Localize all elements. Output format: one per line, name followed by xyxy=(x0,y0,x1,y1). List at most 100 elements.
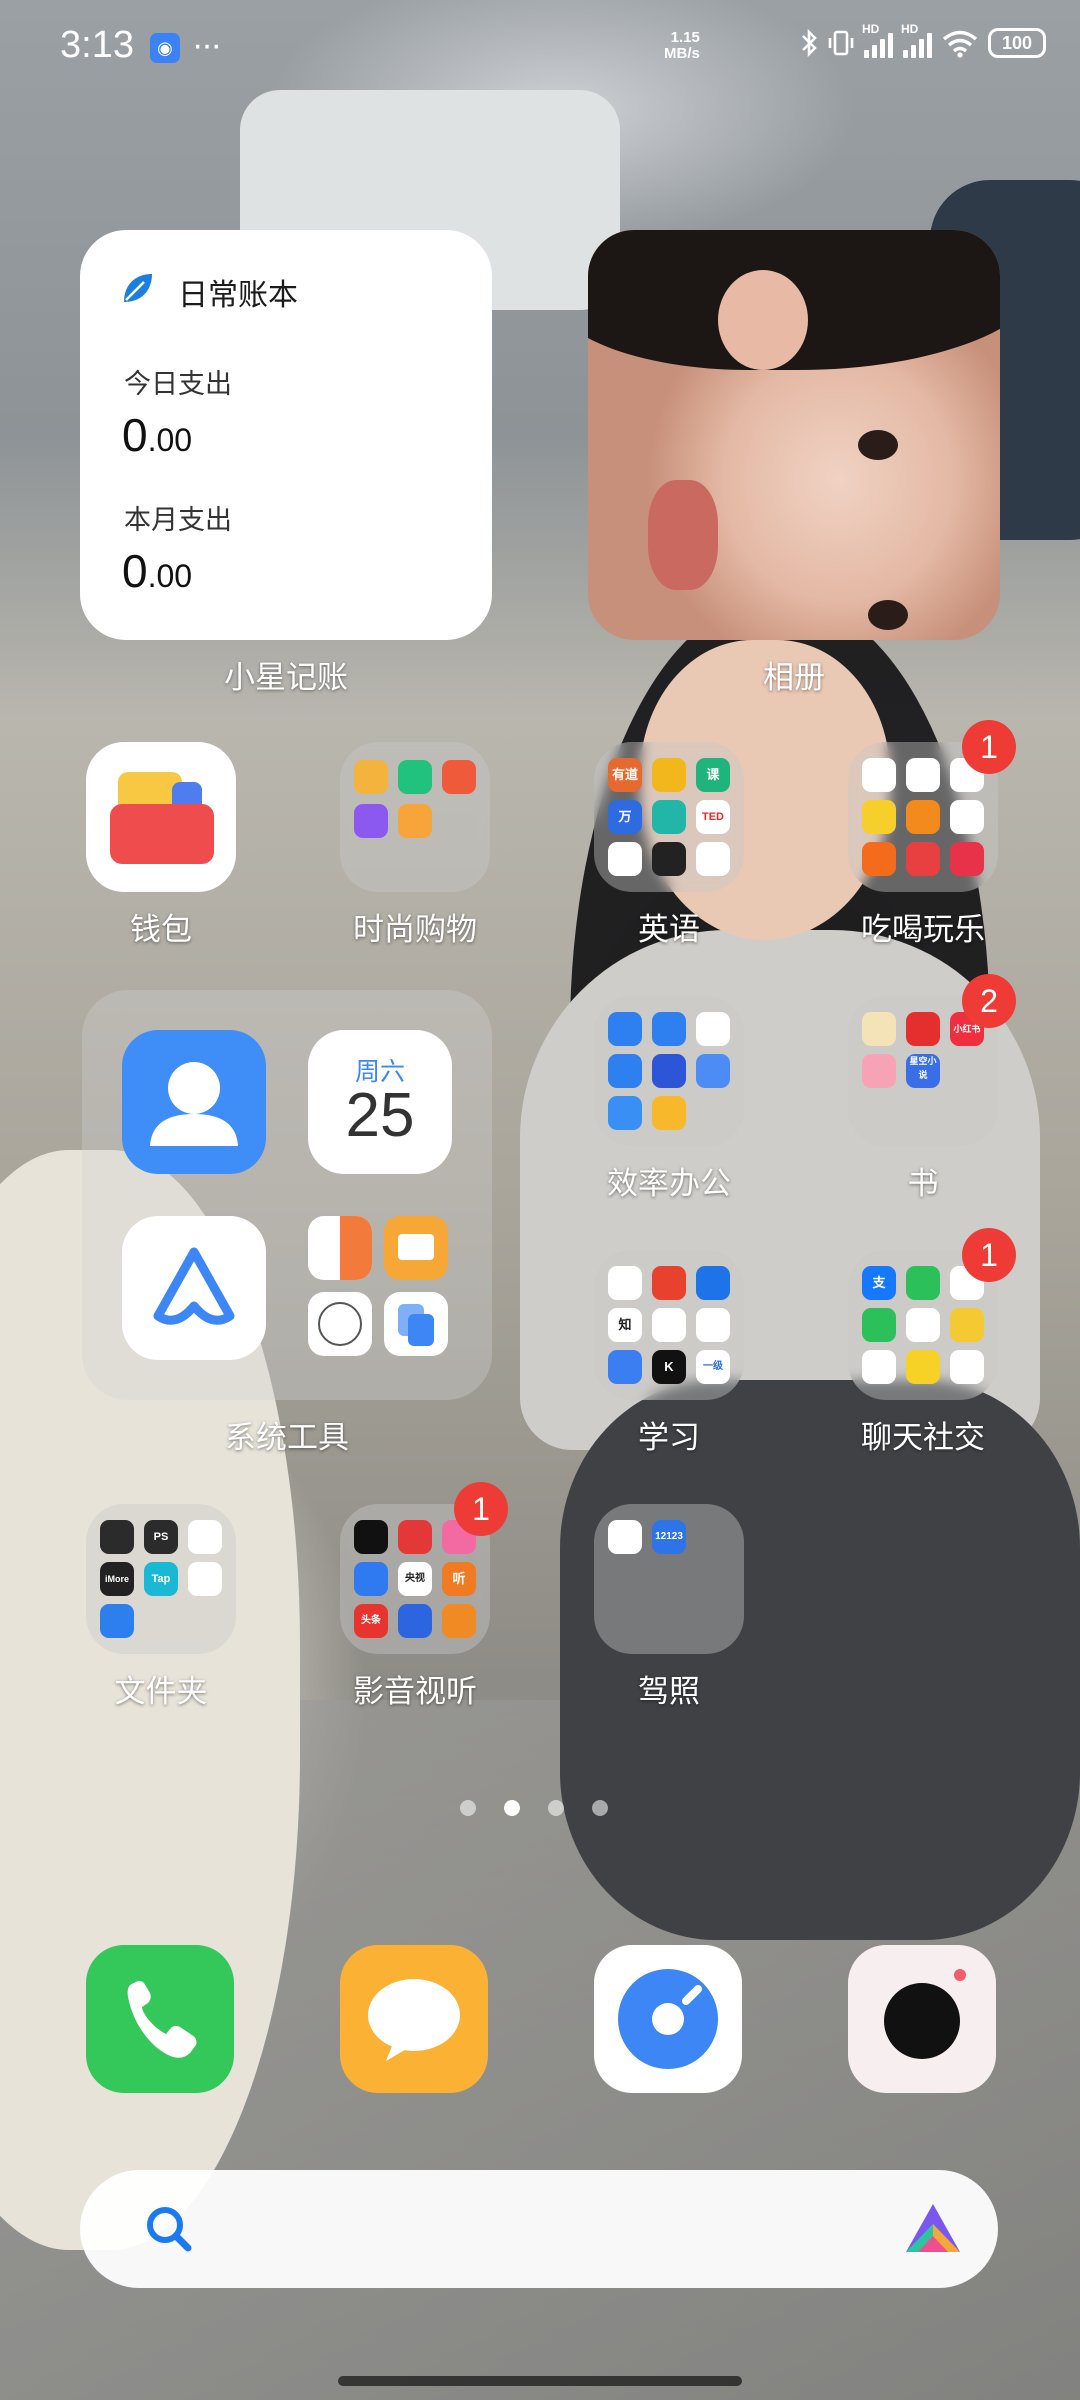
folder-app-mini: 头条 xyxy=(354,1604,388,1638)
page-dot[interactable] xyxy=(592,1800,608,1816)
message-icon xyxy=(368,1979,460,2061)
ledger-widget[interactable]: 日常账本 今日支出 0.00 本月支出 0.00 xyxy=(80,230,492,640)
folder-app-mini xyxy=(100,1520,134,1554)
system-tools-folder[interactable]: 周六 25 xyxy=(82,990,492,1400)
folder-app-mini xyxy=(862,1054,896,1088)
fashion-folder[interactable] xyxy=(340,742,490,892)
folder-app-mini xyxy=(188,1562,222,1596)
network-speed-unit: MB/s xyxy=(664,45,700,62)
folder-app-mini xyxy=(652,842,686,876)
gallery-photo-widget[interactable] xyxy=(588,230,1000,640)
assistant-app-icon[interactable] xyxy=(122,1216,266,1360)
calendar-day-number: 25 xyxy=(345,1081,415,1150)
study-folder-label: 学习 xyxy=(638,1420,700,1455)
today-spend-amount: 0.00 xyxy=(122,408,192,462)
folder-app-mini xyxy=(608,1096,642,1130)
folder-app-mini xyxy=(950,800,984,834)
folder-app-mini: 12123 xyxy=(652,1520,686,1554)
folder-app-mini xyxy=(398,1520,432,1554)
office-folder-label: 效率办公 xyxy=(607,1166,731,1201)
folder-app-mini xyxy=(652,1308,686,1342)
messages-app-icon[interactable] xyxy=(340,1945,488,2093)
network-speed: 1.15 MB/s xyxy=(664,30,700,62)
folder-app-mini xyxy=(652,1096,686,1130)
folder-app-mini xyxy=(608,1054,642,1088)
folder-app-mini xyxy=(862,1308,896,1342)
calendar-app-icon[interactable]: 周六 25 xyxy=(308,1030,452,1174)
today-spend-int: 0 xyxy=(122,409,148,461)
folder-app-mini: 一级 xyxy=(696,1350,730,1384)
license-folder[interactable]: 12123 xyxy=(594,1504,744,1654)
folder-app-mini xyxy=(652,800,686,834)
status-bar: 3:13 ◉ ··· 1.15 MB/s HD HD 100 xyxy=(0,0,1080,100)
media-folder-badge: 1 xyxy=(454,1482,508,1536)
bluetooth-icon xyxy=(802,28,817,58)
folder-app-mini: 支 xyxy=(862,1266,896,1300)
status-icons: HD HD 100 xyxy=(800,22,1046,58)
photo-mouth xyxy=(648,480,718,590)
office-folder[interactable] xyxy=(594,996,744,1146)
hd-label-1: HD xyxy=(862,22,880,36)
folder-app-mini xyxy=(608,1012,642,1046)
folder-app-mini xyxy=(862,1012,896,1046)
ledger-widget-caption: 小星记账 xyxy=(224,660,348,695)
compass-icon xyxy=(618,1969,718,2069)
network-speed-value: 1.15 xyxy=(670,29,700,46)
photo-eye-right xyxy=(868,600,908,630)
folder-folder[interactable]: PS iMore Tap xyxy=(86,1504,236,1654)
wallet-app-icon[interactable] xyxy=(86,742,236,892)
battery-indicator: 100 xyxy=(988,28,1046,58)
folder-app-mini: 星空小说 xyxy=(906,1054,940,1088)
folder-app-mini xyxy=(354,760,388,794)
folder-app-mini: iMore xyxy=(100,1562,134,1596)
calculator-icon xyxy=(308,1216,372,1280)
status-time: 3:13 xyxy=(60,24,134,66)
phone-icon xyxy=(127,1981,197,2058)
wifi-icon xyxy=(942,30,978,58)
phone-app-icon[interactable] xyxy=(86,1945,234,2093)
folder-app-mini: 央视 xyxy=(398,1562,432,1596)
search-bar[interactable] xyxy=(80,2170,998,2288)
browser-app-icon[interactable] xyxy=(594,1945,742,2093)
english-folder[interactable]: 有道 课 万 TED xyxy=(594,742,744,892)
camera-app-icon[interactable] xyxy=(848,1945,996,2093)
system-tools-label: 系统工具 xyxy=(225,1420,349,1455)
folder-app-mini xyxy=(906,800,940,834)
folder-app-mini: 有道 xyxy=(608,758,642,792)
study-folder[interactable]: 知 K 一级 xyxy=(594,1250,744,1400)
page-dot[interactable] xyxy=(548,1800,564,1816)
folder-app-mini xyxy=(862,758,896,792)
social-folder-label: 聊天社交 xyxy=(861,1420,985,1455)
page-dot-active[interactable] xyxy=(504,1800,520,1816)
month-spend-label: 本月支出 xyxy=(124,505,232,535)
month-spend-amount: 0.00 xyxy=(122,544,192,598)
folder-app-mini xyxy=(398,760,432,794)
food-folder-badge: 1 xyxy=(962,720,1016,774)
page-dot[interactable] xyxy=(460,1800,476,1816)
folder-app-mini xyxy=(652,1266,686,1300)
today-spend-dec: .00 xyxy=(147,422,193,458)
folder-app-mini xyxy=(906,1308,940,1342)
folder-app-mini: TED xyxy=(696,800,730,834)
folder-app-mini xyxy=(696,842,730,876)
cloning-icon xyxy=(384,1292,448,1356)
page-indicator[interactable] xyxy=(460,1800,608,1816)
search-icon xyxy=(147,2207,192,2252)
ledger-widget-title: 日常账本 xyxy=(178,279,298,312)
folder-app-mini xyxy=(652,1012,686,1046)
folder-app-mini: K xyxy=(652,1350,686,1384)
folder-app-mini xyxy=(906,1012,940,1046)
folder-app-mini xyxy=(950,1308,984,1342)
folder-app-mini xyxy=(950,1350,984,1384)
social-folder-badge: 1 xyxy=(962,1228,1016,1282)
month-spend-dec: .00 xyxy=(147,558,193,594)
folder-app-mini xyxy=(862,1350,896,1384)
contacts-app-icon[interactable] xyxy=(122,1030,266,1174)
folder-app-mini: 万 xyxy=(608,800,642,834)
home-indicator[interactable] xyxy=(338,2376,742,2386)
assistant-icon[interactable] xyxy=(898,2194,968,2264)
person-icon xyxy=(150,1062,238,1146)
folder-app-mini xyxy=(862,842,896,876)
folder-app-mini: PS xyxy=(144,1520,178,1554)
wallpaper-pants xyxy=(560,1380,1080,1940)
